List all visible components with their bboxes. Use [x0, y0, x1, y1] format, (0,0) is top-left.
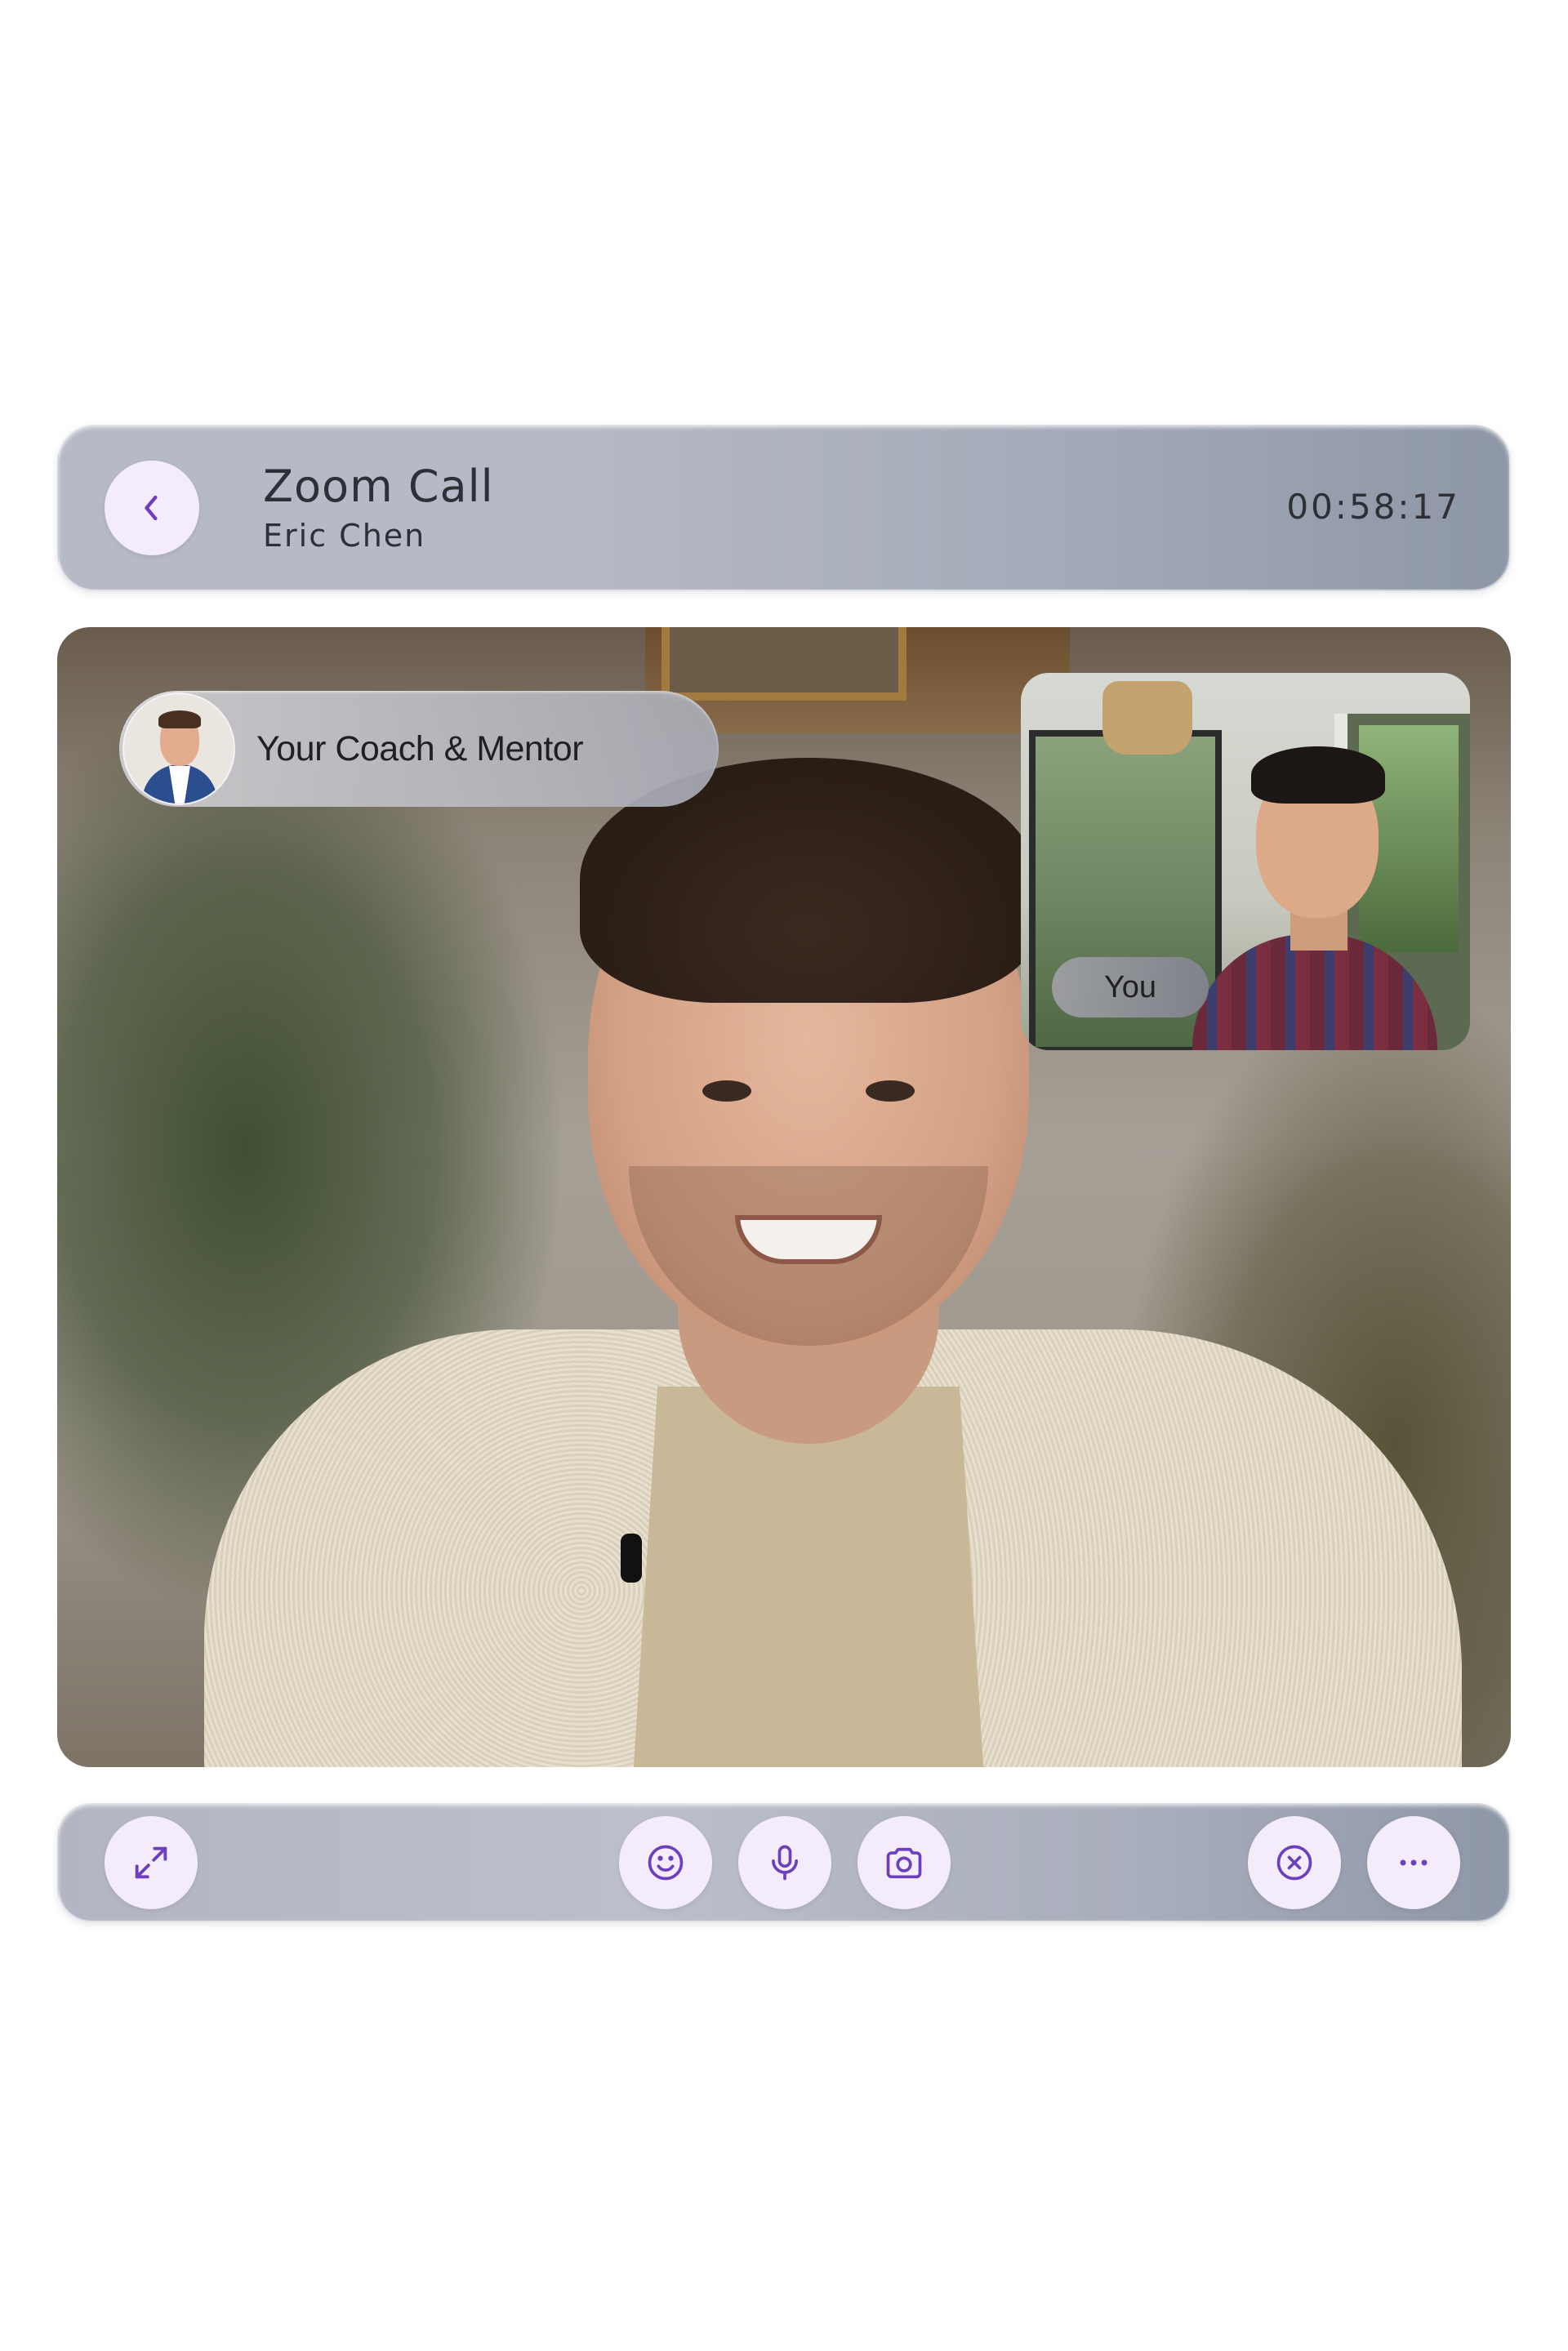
page: Zoom Call Eric Chen 00:58:17 Your Coach …	[0, 0, 1568, 2351]
call-participant-name: Eric Chen	[263, 518, 426, 554]
coach-name-tag: Your Coach & Mentor	[119, 691, 719, 807]
main-video[interactable]: Your Coach & Mentor You	[57, 627, 1511, 1767]
reactions-button[interactable]	[619, 1816, 712, 1909]
self-label: You	[1103, 969, 1157, 1004]
background-frame	[662, 627, 906, 701]
coach-eye-left	[702, 1080, 751, 1102]
microphone-button[interactable]	[738, 1816, 831, 1909]
microphone-icon	[772, 1845, 798, 1881]
avatar	[124, 694, 234, 804]
camera-button[interactable]	[858, 1816, 951, 1909]
emoji-icon	[648, 1845, 684, 1881]
call-info: Zoom Call Eric Chen	[263, 462, 494, 555]
expand-icon	[135, 1846, 167, 1879]
fullscreen-button[interactable]	[105, 1816, 198, 1909]
lapel-mic	[621, 1534, 642, 1583]
coach-eye-right	[866, 1080, 915, 1102]
call-title: Zoom Call	[263, 461, 494, 512]
more-options-button[interactable]	[1367, 1816, 1460, 1909]
end-call-button[interactable]	[1248, 1816, 1341, 1909]
coach-label: Your Coach & Mentor	[256, 729, 584, 768]
call-header: Zoom Call Eric Chen 00:58:17	[57, 425, 1511, 591]
more-horizontal-icon	[1400, 1859, 1428, 1866]
chevron-left-icon	[145, 495, 158, 521]
camera-icon	[886, 1847, 922, 1879]
self-view-video[interactable]: You	[1021, 673, 1470, 1050]
close-circle-icon	[1276, 1845, 1312, 1881]
call-timer: 00:58:17	[1286, 487, 1460, 527]
back-button[interactable]	[105, 461, 199, 555]
call-controls	[57, 1803, 1511, 1922]
self-name-tag: You	[1052, 957, 1209, 1017]
